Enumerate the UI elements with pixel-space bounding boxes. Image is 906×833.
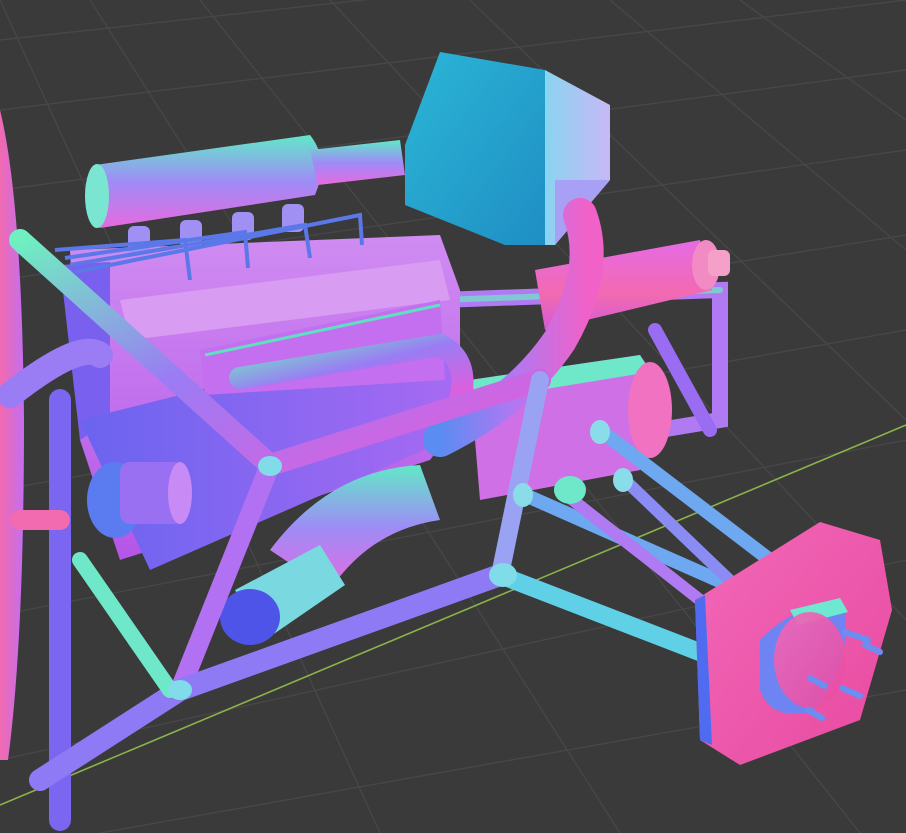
left-wheel — [0, 110, 24, 760]
3d-viewport[interactable] — [0, 0, 906, 833]
viewport-canvas[interactable] — [0, 0, 906, 833]
